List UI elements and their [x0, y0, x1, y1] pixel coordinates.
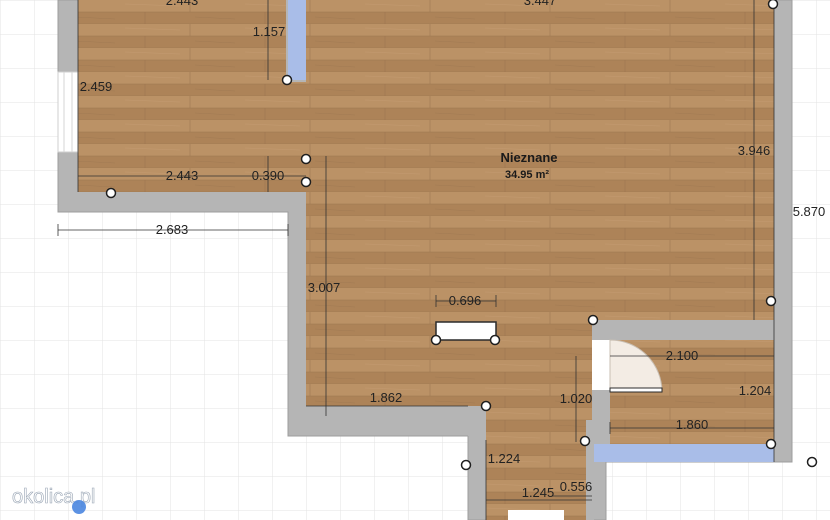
- wall-corridor-right: [586, 420, 594, 520]
- dim-closet-bottom: 1.860: [676, 417, 709, 432]
- dim-overall-height: 5.870: [793, 204, 826, 219]
- window-closet: [594, 444, 774, 462]
- dim-pillar-width: 0.696: [449, 293, 482, 308]
- dim-right-height: 3.946: [738, 143, 771, 158]
- dim-closet-width: 2.100: [666, 348, 699, 363]
- watermark-dot-icon: [72, 500, 86, 514]
- vertex-handle[interactable]: [587, 314, 599, 326]
- dim-top-left: 2.443: [166, 0, 199, 8]
- vertex-handle[interactable]: [105, 187, 117, 199]
- door-leaf[interactable]: [609, 387, 663, 393]
- vertex-handle[interactable]: [300, 176, 312, 188]
- opening-bottom: [508, 510, 564, 520]
- dim-door-height: 1.020: [560, 391, 593, 406]
- dim-top-right: 3.447: [524, 0, 557, 8]
- dim-small-gap: 0.390: [252, 168, 285, 183]
- dim-corridor-height: 1.224: [488, 451, 521, 466]
- dim-wall-segment: 1.157: [253, 24, 286, 39]
- vertex-handle[interactable]: [430, 334, 442, 346]
- dim-corridor-gap: 0.556: [560, 479, 593, 494]
- vertex-handle[interactable]: [767, 0, 779, 10]
- vertex-handle[interactable]: [489, 334, 501, 346]
- dim-corridor-width: 1.245: [522, 485, 555, 500]
- window-divider: [288, 0, 306, 80]
- vertex-handle[interactable]: [765, 438, 777, 450]
- dim-lower-width: 1.862: [370, 390, 403, 405]
- vertex-handle[interactable]: [806, 456, 818, 468]
- wall-closet-top: [592, 320, 774, 340]
- vertex-handle[interactable]: [300, 153, 312, 165]
- room-name: Nieznane: [500, 150, 557, 165]
- window-left: [57, 71, 79, 153]
- vertex-handle[interactable]: [480, 400, 492, 412]
- vertex-handle[interactable]: [579, 435, 591, 447]
- vertex-handle[interactable]: [765, 295, 777, 307]
- dim-bottom-left: 2.443: [166, 168, 199, 183]
- floor-plan: Nieznane 34.95 m² 2.443 3.447 1.157 2.45…: [0, 0, 830, 520]
- room-area: 34.95 m²: [505, 169, 549, 181]
- vertex-handle[interactable]: [460, 459, 472, 471]
- pillar[interactable]: [435, 321, 497, 341]
- dim-closet-height: 1.204: [739, 383, 772, 398]
- door-opening: [592, 340, 610, 390]
- vertex-handle[interactable]: [281, 74, 293, 86]
- dim-mid-height: 3.007: [308, 280, 341, 295]
- dim-left-height: 2.459: [80, 79, 113, 94]
- dim-outer-bottom: 2.683: [156, 222, 189, 237]
